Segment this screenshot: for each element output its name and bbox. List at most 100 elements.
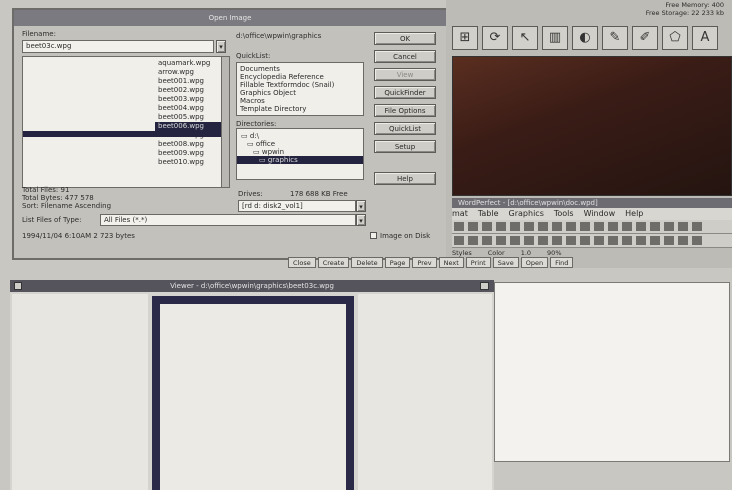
document-page[interactable] (494, 282, 730, 462)
view-button[interactable]: View (374, 68, 436, 81)
toolbar-icon[interactable] (664, 222, 674, 231)
polygon-icon[interactable]: ⬠ (662, 26, 688, 50)
file-list[interactable]: aquamark.wpg arrow.wpg beet001.wpg beet002.… (22, 56, 230, 188)
toolbar-icon[interactable] (580, 222, 590, 231)
toolbar-icon[interactable] (566, 236, 576, 245)
file-list-item[interactable]: aquamark.wpg (155, 59, 221, 68)
toolbar-icon[interactable] (678, 236, 688, 245)
system-menu-icon[interactable] (14, 282, 22, 290)
style-bar-item[interactable]: 1.0 (521, 249, 531, 257)
maximize-button[interactable] (480, 282, 489, 290)
toolbar-icon[interactable] (566, 222, 576, 231)
brush-icon[interactable]: ✎ (602, 26, 628, 50)
image-viewport[interactable] (452, 56, 732, 196)
menu-window[interactable]: Window (584, 209, 616, 218)
page-button[interactable]: Page (384, 257, 411, 268)
style-bar-item[interactable]: Styles (452, 249, 472, 257)
quicklist-button[interactable]: QuickList (374, 122, 436, 135)
toolbar-icon[interactable] (468, 222, 478, 231)
quicklist-item[interactable]: Fillable Textformdoc (Snail) (237, 81, 363, 89)
help-button[interactable]: Help (374, 172, 436, 185)
quicklist-box[interactable]: Documents Encyclopedia Reference Fillable … (236, 62, 364, 116)
file-list-item[interactable]: beet004.wpg (155, 104, 221, 113)
print-button[interactable]: Print (465, 257, 491, 268)
file-list-item[interactable]: beet006.wpg (155, 122, 221, 131)
toolbar-icon[interactable] (622, 222, 632, 231)
toolbar-icon[interactable] (594, 222, 604, 231)
image-on-disk-checkbox[interactable] (370, 232, 377, 239)
toolbar-icon[interactable] (608, 236, 618, 245)
text-icon[interactable]: A (692, 26, 718, 50)
file-list-item[interactable]: beet010.wpg (155, 158, 221, 167)
menu-help[interactable]: Help (625, 209, 643, 218)
setup-button[interactable]: Setup (374, 140, 436, 153)
toolbar-icon[interactable] (482, 222, 492, 231)
create-button[interactable]: Create (317, 257, 350, 268)
toolbar-icon[interactable] (454, 236, 464, 245)
toolbar-icon[interactable] (510, 236, 520, 245)
quicklist-item[interactable]: Documents (237, 65, 363, 73)
file-list-item[interactable]: beet001.wpg (155, 77, 221, 86)
directory-item[interactable]: ▭ office (237, 140, 363, 148)
cancel-button[interactable]: Cancel (374, 50, 436, 63)
toolbar-icon[interactable] (636, 236, 646, 245)
file-list-item[interactable]: beet008.wpg (155, 140, 221, 149)
find-button[interactable]: Find (550, 257, 574, 268)
toolbar-icon[interactable] (552, 236, 562, 245)
file-list-item[interactable]: beet009.wpg (155, 149, 221, 158)
drive-select[interactable]: [rd d: disk2_vol1] (238, 200, 356, 212)
save-button[interactable]: Save (492, 257, 519, 268)
image-preview[interactable] (160, 304, 346, 490)
directory-item[interactable]: ▭ graphics (237, 156, 363, 164)
file-type-select[interactable]: All Files (*.*) (100, 214, 356, 226)
toolbar-icon[interactable] (608, 222, 618, 231)
menu-mat[interactable]: mat (452, 209, 468, 218)
toolbar-icon[interactable] (692, 236, 702, 245)
toolbar-icon[interactable] (678, 222, 688, 231)
prev-button[interactable]: Prev (412, 257, 437, 268)
pick-icon[interactable]: ↖ (512, 26, 538, 50)
menu-table[interactable]: Table (478, 209, 499, 218)
file-list-item[interactable]: beet005.wpg (155, 113, 221, 122)
file-list-item[interactable]: beet003.wpg (155, 95, 221, 104)
menu-tools[interactable]: Tools (554, 209, 574, 218)
toolbar-icon[interactable] (622, 236, 632, 245)
toolbar-icon[interactable] (468, 236, 478, 245)
next-button[interactable]: Next (438, 257, 464, 268)
delete-button[interactable]: Delete (351, 257, 383, 268)
file-type-dropdown-button[interactable]: ▾ (356, 214, 366, 226)
file-list-scrollbar[interactable] (221, 57, 229, 187)
toolbar-icon[interactable] (524, 236, 534, 245)
toolbar-icon[interactable] (454, 222, 464, 231)
drive-dropdown-button[interactable]: ▾ (356, 200, 366, 212)
toolbar-icon[interactable] (580, 236, 590, 245)
toolbar-icon[interactable] (594, 236, 604, 245)
quicklist-item[interactable]: Encyclopedia Reference (237, 73, 363, 81)
directory-tree[interactable]: ▭ d:\ ▭ office ▭ wpwin ▭ graphics (236, 128, 364, 180)
quicklist-item[interactable]: Template Directory (237, 105, 363, 113)
toolbar-icon[interactable] (538, 236, 548, 245)
file-options-button[interactable]: File Options (374, 104, 436, 117)
directory-item[interactable]: ▭ wpwin (237, 148, 363, 156)
toolbar-icon[interactable] (496, 222, 506, 231)
directory-item[interactable]: ▭ d:\ (237, 132, 363, 140)
toolbar-icon[interactable] (636, 222, 646, 231)
quicklist-item[interactable]: Macros (237, 97, 363, 105)
toolbar-icon[interactable] (510, 222, 520, 231)
quickfinder-button[interactable]: QuickFinder (374, 86, 436, 99)
quicklist-item[interactable]: Graphics Object (237, 89, 363, 97)
toolbar-icon[interactable] (482, 236, 492, 245)
file-list-item[interactable]: beet002.wpg (155, 86, 221, 95)
ok-button[interactable]: OK (374, 32, 436, 45)
open-button[interactable]: Open (520, 257, 549, 268)
rotate-icon[interactable]: ⟳ (482, 26, 508, 50)
chart-icon[interactable]: ▥ (542, 26, 568, 50)
filename-dropdown-button[interactable]: ▾ (216, 40, 226, 53)
pencil-icon[interactable]: ✐ (632, 26, 658, 50)
fill-icon[interactable]: ◐ (572, 26, 598, 50)
close-button[interactable]: Close (288, 257, 316, 268)
toolbar-icon[interactable] (552, 222, 562, 231)
filename-input[interactable]: beet03c.wpg (22, 40, 214, 53)
toolbar-icon[interactable] (664, 236, 674, 245)
menu-graphics[interactable]: Graphics (509, 209, 544, 218)
